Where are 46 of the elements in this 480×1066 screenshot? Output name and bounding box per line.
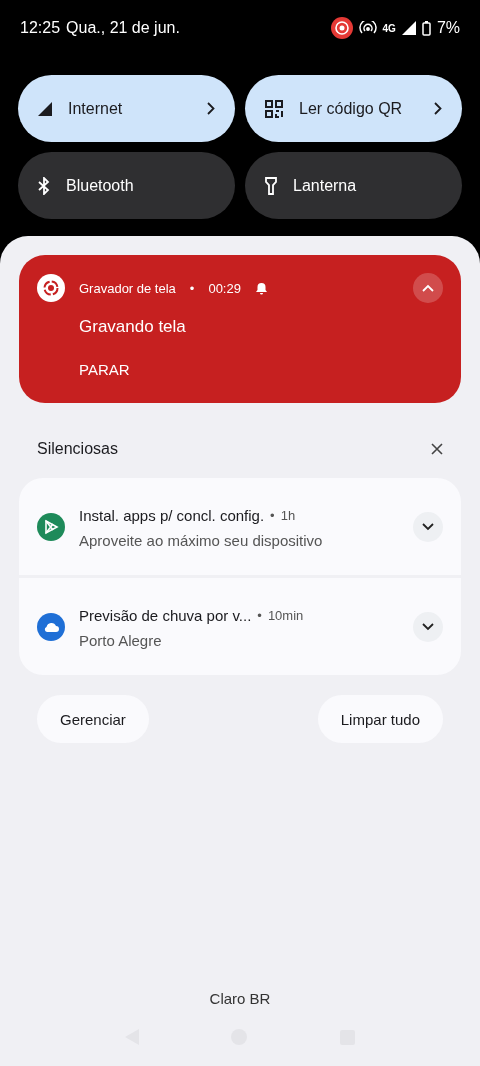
notification-card[interactable]: Previsão de chuva por v... • 10min Porto Alegre <box>19 578 461 675</box>
close-icon[interactable] <box>431 443 443 455</box>
network-type: 4G <box>382 22 396 34</box>
action-button[interactable]: Gerenciar <box>37 695 149 743</box>
notification-time: 1h <box>280 507 296 523</box>
collapse-button[interactable] <box>413 273 443 303</box>
quick-setting-tile[interactable]: Bluetooth <box>18 152 235 219</box>
date: Qua., 21 de jun. <box>66 19 180 37</box>
separator-dot: • <box>270 507 275 523</box>
notification-text: Porto Alegre <box>79 631 163 649</box>
screen-record-icon <box>330 17 353 39</box>
notification-title: Gravando tela <box>79 317 187 337</box>
notification-title: Previsão de chuva por v... <box>79 606 252 624</box>
bluetooth-icon <box>38 176 50 195</box>
separator-dot: • <box>189 280 195 296</box>
signal-icon <box>401 21 416 35</box>
chevron-right-icon <box>434 102 442 115</box>
section-header: Silenciosas <box>37 440 118 458</box>
carrier-name: Claro BR <box>209 990 271 1007</box>
hotspot-icon <box>358 21 377 35</box>
action-button[interactable]: Limpar tudo <box>317 695 443 743</box>
chevron-up-icon <box>422 284 434 292</box>
chevron-down-icon <box>422 522 434 531</box>
clock: 12:25 <box>20 19 61 37</box>
notification-text: Aproveite ao máximo seu dispositivo <box>79 531 324 549</box>
signal-icon <box>38 101 52 116</box>
screen-record-icon <box>37 274 65 302</box>
notification-time: 10min <box>267 607 304 623</box>
expand-button[interactable] <box>413 611 443 642</box>
battery-level: 7% <box>436 19 460 37</box>
quick-setting-tile[interactable]: Lanterna <box>245 152 462 219</box>
chevron-down-icon <box>422 622 434 631</box>
notification-card[interactable]: Instal. apps p/ concl. config. • 1h Aproveite ao máximo seu dispositivo <box>19 478 461 575</box>
stop-button[interactable]: PARAR <box>79 361 130 378</box>
app-name: Gravador de tela <box>79 280 176 296</box>
bell-icon <box>254 281 268 295</box>
separator-dot: • <box>257 607 262 623</box>
qr-code-icon <box>265 99 283 118</box>
quick-setting-tile[interactable]: Ler código QR <box>245 75 462 142</box>
battery-icon <box>421 20 431 36</box>
quick-setting-tile[interactable]: Internet <box>18 75 235 142</box>
notification-title: Instal. apps p/ concl. config. <box>79 506 265 524</box>
chevron-right-icon <box>207 102 215 115</box>
elapsed-time: 00:29 <box>208 280 241 296</box>
expand-button[interactable] <box>413 511 443 542</box>
flashlight-icon <box>265 176 277 195</box>
